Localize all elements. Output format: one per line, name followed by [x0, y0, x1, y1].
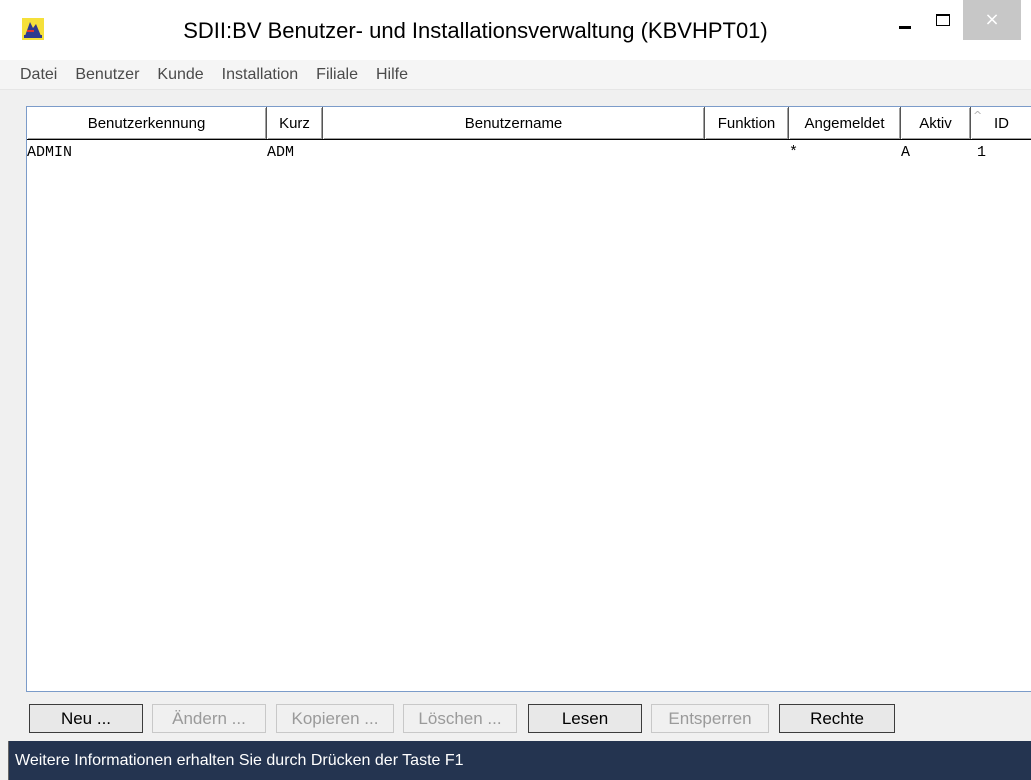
column-header-kurz[interactable]: Kurz — [267, 107, 323, 139]
menu-installation[interactable]: Installation — [222, 66, 299, 84]
read-button[interactable]: Lesen — [528, 704, 642, 733]
status-bar: Weitere Informationen erhalten Sie durch… — [8, 741, 1031, 780]
cell-aktiv: A — [901, 144, 911, 161]
unlock-button[interactable]: Entsperren — [651, 704, 769, 733]
close-button[interactable]: × — [963, 0, 1021, 40]
column-header-benutzerkennung[interactable]: Benutzerkennung — [27, 107, 267, 139]
minimize-button[interactable] — [885, 0, 925, 40]
menu-filiale[interactable]: Filiale — [316, 66, 358, 84]
title-bar[interactable]: SDII:BV Benutzer- und Installationsverwa… — [0, 0, 1031, 60]
cell-id: 1 — [977, 144, 987, 161]
cell-kurz: ADM — [267, 144, 295, 161]
column-header-benutzername[interactable]: Benutzername — [323, 107, 705, 139]
maximize-icon — [936, 14, 950, 26]
cell-benutzername — [323, 142, 705, 164]
table-row[interactable]: ADMIN ADM * A 1 — [27, 142, 1031, 164]
sort-ascending-icon: ^ — [973, 109, 983, 122]
cell-funktion — [705, 142, 789, 164]
cell-benutzerkennung: ADMIN — [27, 144, 73, 161]
button-bar: Neu ... Ändern ... Kopieren ... Löschen … — [0, 700, 1031, 736]
column-header-id[interactable]: ^ ID — [971, 107, 1031, 139]
column-header-angemeldet[interactable]: Angemeldet — [789, 107, 901, 139]
edit-button[interactable]: Ändern ... — [152, 704, 266, 733]
status-text: Weitere Informationen erhalten Sie durch… — [15, 751, 464, 769]
menu-kunde[interactable]: Kunde — [157, 66, 203, 84]
cell-angemeldet: * — [789, 144, 799, 161]
column-header-funktion[interactable]: Funktion — [705, 107, 789, 139]
rights-button[interactable]: Rechte — [779, 704, 895, 733]
delete-button[interactable]: Löschen ... — [403, 704, 517, 733]
window-title: SDII:BV Benutzer- und Installationsverwa… — [183, 18, 768, 43]
new-button[interactable]: Neu ... — [29, 704, 143, 733]
menu-bar: Datei Benutzer Kunde Installation Filial… — [0, 60, 1031, 90]
maximize-button[interactable] — [925, 0, 961, 40]
column-header-id-label: ID — [994, 114, 1009, 132]
copy-button[interactable]: Kopieren ... — [276, 704, 394, 733]
main-window: SDII:BV Benutzer- und Installationsverwa… — [0, 0, 1031, 780]
menu-datei[interactable]: Datei — [20, 66, 57, 84]
close-icon: × — [984, 9, 1000, 30]
menu-benutzer[interactable]: Benutzer — [75, 66, 139, 84]
column-header-aktiv[interactable]: Aktiv — [901, 107, 971, 139]
column-header-row: Benutzerkennung Kurz Benutzername Funkti… — [27, 107, 1031, 140]
menu-hilfe[interactable]: Hilfe — [376, 66, 408, 84]
minimize-icon — [899, 25, 911, 29]
user-list[interactable]: Benutzerkennung Kurz Benutzername Funkti… — [26, 106, 1031, 692]
